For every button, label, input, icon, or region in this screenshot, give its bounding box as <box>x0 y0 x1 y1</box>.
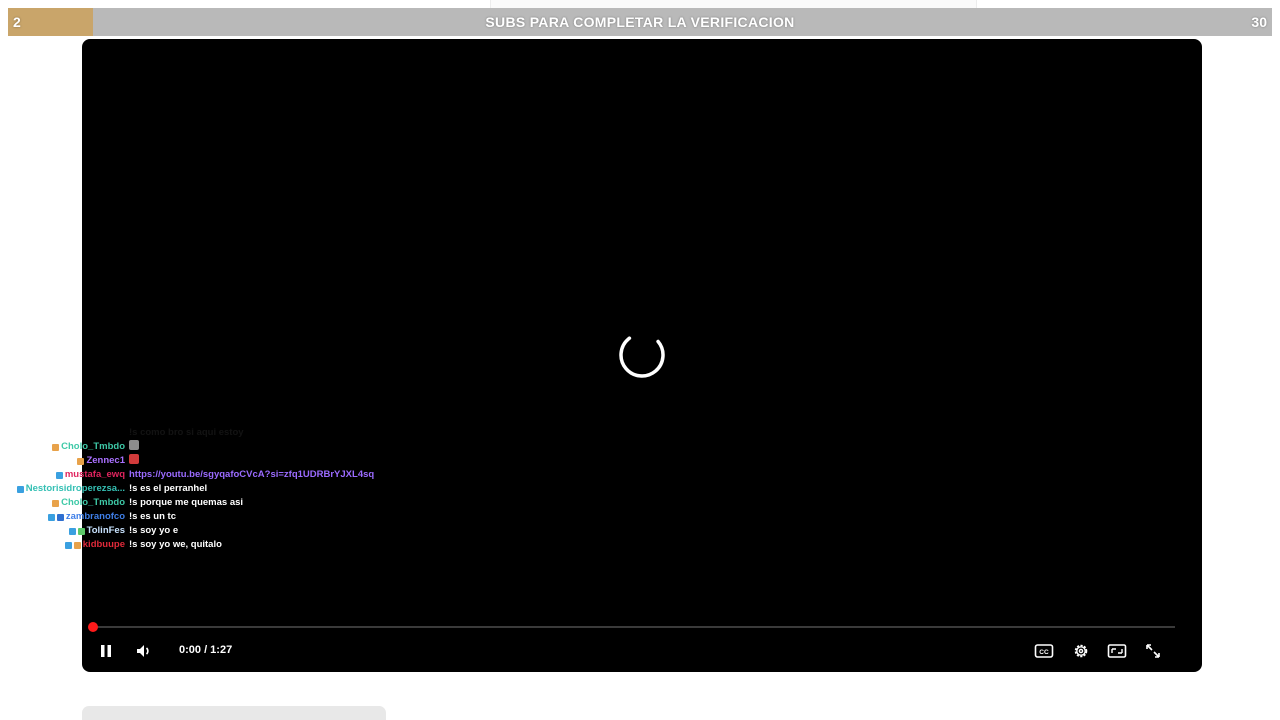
chat-badge-icon <box>64 541 72 549</box>
chat-message-body <box>129 440 139 450</box>
chat-overlay: !s como bro si aqui estoy Cholo_Tmbdo Zenn… <box>0 426 520 552</box>
chat-message-body: https://youtu.be/sgyqafoCVcA?si=zfq1UDRB… <box>129 468 374 482</box>
chat-message: Cholo_Tmbdo !s porque me quemas asi <box>0 496 520 510</box>
mute-button[interactable] <box>132 639 156 663</box>
chat-message: !s como bro si aqui estoy <box>0 426 520 440</box>
pause-button[interactable] <box>94 639 118 663</box>
chat-author: Cholo_Tmbdo <box>52 496 125 510</box>
chat-link[interactable]: https://youtu.be/sgyqafoCVcA?si=zfq1UDRB… <box>129 468 374 482</box>
chat-author: zambranofco <box>47 510 125 524</box>
chat-author: Nestorisidroperezsa... <box>16 482 125 496</box>
video-player[interactable]: 0:00 / 1:27 CC <box>82 39 1202 672</box>
loading-spinner-icon <box>618 331 666 379</box>
chat-badge-icon <box>16 485 24 493</box>
chat-message-body: !s es un tc <box>129 510 176 524</box>
seek-bar-handle[interactable] <box>88 622 98 632</box>
chat-message-body: !s soy yo we, quitalo <box>129 538 222 552</box>
chat-badge-icon <box>55 471 63 479</box>
chat-text: !s soy yo e <box>129 525 179 536</box>
chat-author: kidbuupe <box>64 538 125 552</box>
chat-author: mustafa_ewq <box>55 468 125 482</box>
sub-goal-current-value: 2 <box>13 14 21 30</box>
chat-username[interactable]: zambranofco <box>66 510 125 524</box>
chat-emote-icon <box>129 440 139 450</box>
chat-author: Cholo_Tmbdo <box>52 440 125 454</box>
chat-username[interactable]: mustafa_ewq <box>65 468 125 482</box>
chat-text: !s es el perranhel <box>129 483 208 494</box>
chat-badge-icon <box>56 513 64 521</box>
theater-mode-icon <box>1107 643 1127 659</box>
sub-goal-title: SUBS PARA COMPLETAR LA VERIFICACION <box>485 14 795 30</box>
chat-username[interactable]: Cholo_Tmbdo <box>61 496 125 510</box>
background-panel <box>82 706 386 720</box>
chat-text: !s soy yo we, quitalo <box>129 539 222 550</box>
fullscreen-button[interactable] <box>1141 639 1165 663</box>
chat-message: mustafa_ewq https://youtu.be/sgyqafoCVcA?… <box>0 468 520 482</box>
theater-mode-button[interactable] <box>1105 639 1129 663</box>
chat-message-body <box>129 454 139 464</box>
volume-icon <box>135 642 153 660</box>
chat-message: Nestorisidroperezsa... !s es el perranhel <box>0 482 520 496</box>
chat-message: kidbuupe !s soy yo we, quitalo <box>0 538 520 552</box>
chat-badge-icon <box>77 527 85 535</box>
chat-text: !s porque me quemas asi <box>129 497 244 508</box>
sub-goal-target-value: 30 <box>1251 14 1267 30</box>
chat-message: zambranofco !s es un tc <box>0 510 520 524</box>
chat-badge-icon <box>77 457 85 465</box>
fullscreen-icon <box>1144 642 1162 660</box>
chat-message: Cholo_Tmbdo <box>0 440 520 454</box>
settings-gear-icon <box>1072 642 1090 660</box>
chat-emote-icon <box>129 454 139 464</box>
chat-username[interactable]: TolinFes <box>87 524 125 538</box>
chat-text: !s como bro si aqui estoy <box>129 427 244 438</box>
pause-icon <box>98 643 114 659</box>
chat-message-body: !s es el perranhel <box>129 482 207 496</box>
captions-button[interactable]: CC <box>1032 639 1056 663</box>
settings-button[interactable] <box>1069 639 1093 663</box>
time-display: 0:00 / 1:27 <box>179 644 233 656</box>
captions-icon: CC <box>1034 643 1054 659</box>
chat-badge-icon <box>52 443 60 451</box>
chat-message-body: !s soy yo e <box>129 524 178 538</box>
chat-message: Zennec1 <box>0 454 520 468</box>
chat-message-body: !s porque me quemas asi <box>129 496 243 510</box>
chat-username[interactable]: Nestorisidroperezsa... <box>26 482 125 496</box>
chat-author: TolinFes <box>68 524 125 538</box>
chat-username[interactable]: kidbuupe <box>83 538 125 552</box>
chat-badge-icon <box>73 541 81 549</box>
chat-badge-icon <box>68 527 76 535</box>
sub-goal-bar: SUBS PARA COMPLETAR LA VERIFICACION 2 30 <box>8 8 1272 36</box>
chat-badge-icon <box>47 513 55 521</box>
chat-username[interactable]: Zennec1 <box>86 454 125 468</box>
chat-badge-icon <box>52 499 60 507</box>
seek-bar[interactable] <box>88 622 1175 632</box>
chat-message: TolinFes !s soy yo e <box>0 524 520 538</box>
chat-username[interactable]: Cholo_Tmbdo <box>61 440 125 454</box>
chat-text: !s es un tc <box>129 511 176 522</box>
chat-message-body: !s como bro si aqui estoy <box>129 426 244 440</box>
chat-author: Zennec1 <box>77 454 125 468</box>
svg-text:CC: CC <box>1039 649 1049 656</box>
